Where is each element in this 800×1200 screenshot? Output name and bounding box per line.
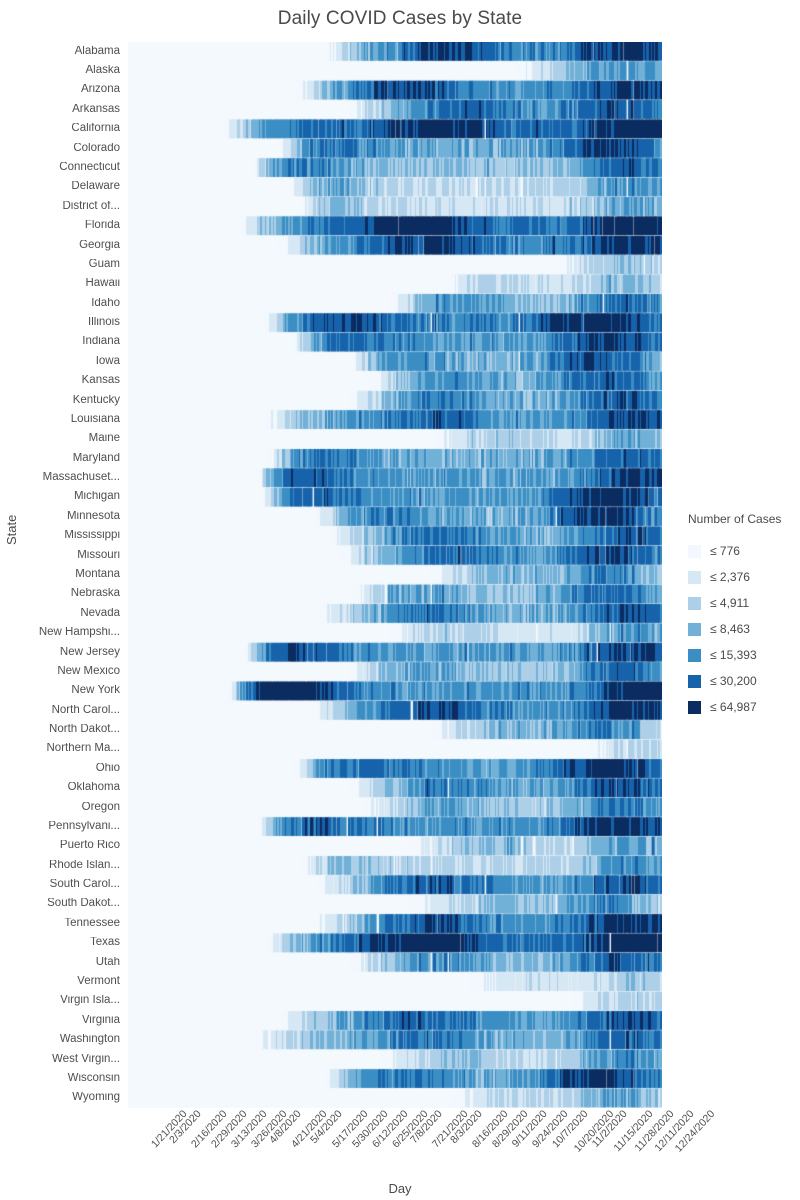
y-tick-label: Missouri <box>77 549 120 561</box>
legend-color-swatch <box>688 700 701 714</box>
y-tick-label: Utah <box>95 956 120 968</box>
legend-color-swatch <box>688 674 701 688</box>
y-tick-label: Kentucky <box>72 394 120 406</box>
legend-label: ≤ 64,987 <box>710 700 757 714</box>
y-tick-label: Georgia <box>79 239 120 251</box>
color-legend: Number of Cases ≤ 776 ≤ 2,376 ≤ 4,911 ≤ 8,4… <box>688 512 800 720</box>
y-tick-label: Ohio <box>95 762 120 774</box>
y-tick-label: South Dakot... <box>47 898 120 910</box>
legend-label: ≤ 4,911 <box>710 596 750 610</box>
y-tick-label: Michigan <box>73 491 120 503</box>
y-tick-label: Iowa <box>95 355 120 367</box>
y-tick-label: Oregon <box>81 801 120 813</box>
y-tick-label: Wisconsin <box>67 1072 120 1084</box>
y-tick-label: Delaware <box>71 181 120 193</box>
y-tick-label: Minnesota <box>66 510 120 522</box>
legend-label: ≤ 8,463 <box>710 622 750 636</box>
y-tick-label: Nebraska <box>70 588 120 600</box>
y-tick-label: New Mexico <box>57 665 120 677</box>
y-tick-label: Maine <box>88 433 120 445</box>
legend-color-swatch <box>688 544 701 558</box>
legend-item[interactable]: ≤ 8,463 <box>688 616 800 642</box>
y-tick-label: Hawaii <box>85 278 120 290</box>
legend-color-swatch <box>688 648 701 662</box>
legend-label: ≤ 2,376 <box>710 570 750 584</box>
y-tick-label: Louisiana <box>70 413 120 425</box>
legend-item[interactable]: ≤ 2,376 <box>688 564 800 590</box>
y-tick-label: Oklahoma <box>67 782 120 794</box>
y-tick-label: New York <box>71 685 120 697</box>
legend-item[interactable]: ≤ 4,911 <box>688 590 800 616</box>
y-tick-label: Kansas <box>81 375 120 387</box>
heatmap-cells <box>128 42 662 1108</box>
x-axis-tick-labels: 1/21/2020 2/3/2020 2/16/2020 2/29/2020 3/13/… <box>0 1108 800 1180</box>
legend-color-swatch <box>688 570 701 584</box>
covid-heatmap-chart: Daily COVID Cases by State State Alabama… <box>0 0 800 1200</box>
y-tick-label: Tennessee <box>64 917 120 929</box>
y-tick-label: California <box>71 123 120 135</box>
y-tick-label: South Carol... <box>49 879 120 891</box>
y-tick-label: Texas <box>89 937 120 949</box>
y-tick-label: Connecticut <box>59 161 120 173</box>
y-tick-label: Puerto Rico <box>59 840 120 852</box>
y-tick-label: Virgin Isla... <box>60 995 120 1007</box>
legend-label: ≤ 776 <box>710 544 740 558</box>
y-tick-label: Florida <box>84 220 120 232</box>
y-tick-label: North Dakot... <box>49 724 120 736</box>
legend-label: ≤ 30,200 <box>710 674 757 688</box>
legend-color-swatch <box>688 596 701 610</box>
y-tick-label: Alaska <box>85 65 120 77</box>
legend-items: ≤ 776 ≤ 2,376 ≤ 4,911 ≤ 8,463 ≤ 15,393 ≤ 30,2… <box>688 538 800 720</box>
y-tick-label: North Carol... <box>51 704 120 716</box>
y-tick-label: Idaho <box>91 297 120 309</box>
y-tick-label: Montana <box>75 569 120 580</box>
y-tick-label: Colorado <box>73 142 120 154</box>
y-axis-tick-labels: Alabama Alaska Arizona Arkansas California Co… <box>0 42 120 1108</box>
x-axis-title: Day <box>388 1181 412 1196</box>
y-tick-label: New Hampshi... <box>38 627 120 639</box>
y-tick-label: Massachuset... <box>42 472 120 484</box>
legend-item[interactable]: ≤ 64,987 <box>688 694 800 720</box>
y-tick-label: Maryland <box>72 452 120 464</box>
y-tick-label: Illinois <box>88 317 120 329</box>
y-tick-label: Guam <box>88 258 120 270</box>
y-tick-label: West Virgin... <box>52 1053 120 1065</box>
y-tick-label: Northern Ma... <box>46 743 121 755</box>
legend-label: ≤ 15,393 <box>710 648 757 662</box>
y-tick-label: Washington <box>59 1034 120 1046</box>
y-tick-label: Wyoming <box>72 1092 120 1104</box>
legend-color-swatch <box>688 622 701 636</box>
legend-item[interactable]: ≤ 776 <box>688 538 800 564</box>
y-tick-label: Virginia <box>81 1014 120 1026</box>
y-tick-label: Arizona <box>81 84 120 96</box>
y-tick-label: Pennsylvani... <box>48 820 120 832</box>
heatmap-plot-area <box>128 42 662 1108</box>
y-tick-label: Mississippi <box>64 530 120 542</box>
y-tick-label: Nevada <box>80 607 120 619</box>
y-tick-label: New Jersey <box>59 646 120 658</box>
legend-item[interactable]: ≤ 15,393 <box>688 642 800 668</box>
legend-item[interactable]: ≤ 30,200 <box>688 668 800 694</box>
chart-title: Daily COVID Cases by State <box>277 8 523 29</box>
y-tick-label: Rhode Islan... <box>49 859 120 871</box>
y-tick-label: Indiana <box>82 336 120 348</box>
y-tick-label: Arkansas <box>72 103 120 115</box>
y-tick-label: Vermont <box>77 976 120 988</box>
y-tick-label: District of... <box>62 200 120 212</box>
legend-title: Number of Cases <box>688 512 782 526</box>
y-tick-label: Alabama <box>74 45 120 57</box>
